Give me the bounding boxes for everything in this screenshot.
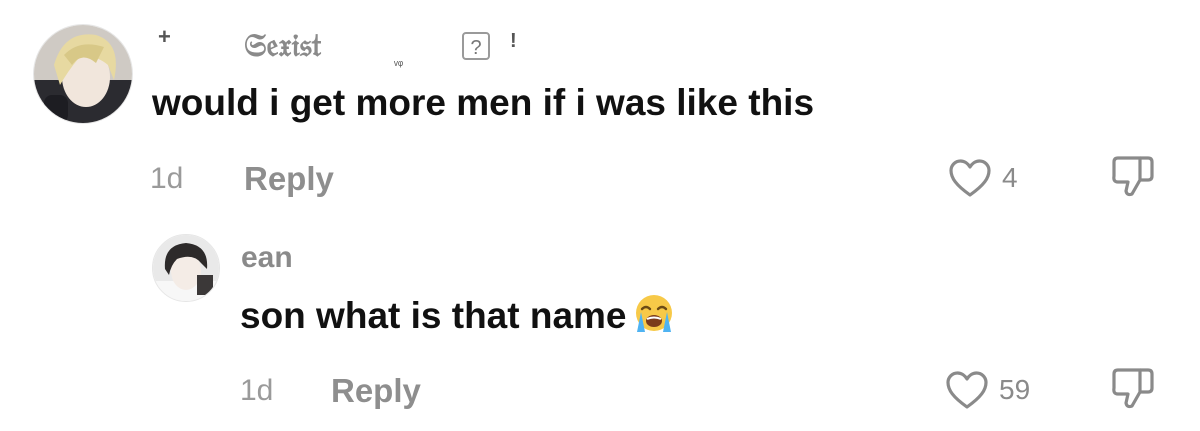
- avatar-image: [153, 235, 219, 301]
- like-button[interactable]: 4: [948, 158, 1018, 198]
- like-count: 4: [1002, 162, 1018, 193]
- dislike-button[interactable]: [1110, 366, 1156, 415]
- dislike-button[interactable]: [1110, 154, 1156, 203]
- timestamp: 1d: [240, 374, 274, 407]
- comment-text: would i get more men if i was like this: [152, 82, 815, 123]
- username[interactable]: ean: [241, 241, 293, 275]
- reply-button[interactable]: Reply: [244, 160, 334, 198]
- heart-outline-icon: [946, 371, 988, 409]
- exclaim-badge: !: [510, 30, 517, 52]
- comment-text: son what is that name: [240, 292, 677, 343]
- thumbs-down-icon: [1112, 368, 1154, 409]
- question-badge: ?: [462, 32, 490, 60]
- avatar[interactable]: [33, 24, 133, 124]
- like-count: 59: [999, 374, 1031, 405]
- avatar[interactable]: [152, 234, 220, 302]
- timestamp: 1d: [150, 162, 184, 195]
- loudly-crying-face-emoji: [631, 292, 677, 343]
- reply-button[interactable]: Reply: [331, 372, 421, 410]
- heart-outline-icon: [949, 159, 991, 197]
- like-button[interactable]: 59: [945, 370, 1030, 410]
- decor-small-text: ᵥᵩ: [394, 54, 404, 68]
- avatar-image: [34, 25, 132, 123]
- comment-text-content: son what is that name: [240, 295, 627, 336]
- thumbs-down-icon: [1112, 156, 1154, 197]
- decor-plus: +: [158, 24, 171, 49]
- username[interactable]: 𝔖𝔢𝔵𝔦𝔰𝔱: [244, 27, 321, 65]
